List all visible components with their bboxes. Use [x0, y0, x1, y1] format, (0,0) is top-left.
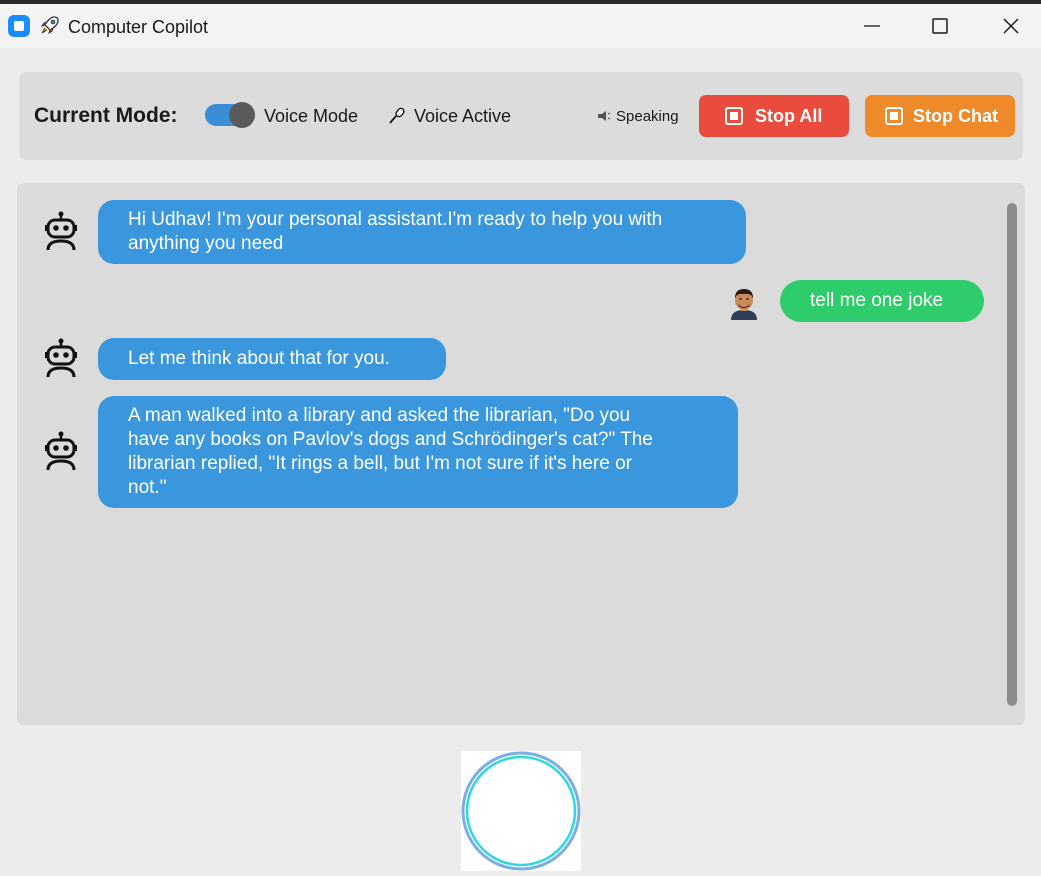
- voice-mode-toggle-knob[interactable]: [229, 102, 255, 128]
- chat-scrollbar[interactable]: [1007, 203, 1017, 706]
- stop-all-label: Stop All: [755, 106, 823, 126]
- stop-chat-button[interactable]: Stop Chat: [865, 95, 1015, 137]
- voice-active-status: Voice Active: [414, 106, 512, 126]
- bot-message-bubble: A man walked into a library and asked th…: [98, 396, 738, 508]
- message-line: have any books on Pavlov's dogs and Schr…: [128, 429, 653, 450]
- minimize-icon[interactable]: [860, 14, 884, 38]
- message-line: tell me one joke: [810, 290, 944, 311]
- robot-icon: [45, 431, 77, 471]
- voice-mode-label: Voice Mode: [264, 106, 359, 126]
- mode-panel: Current Mode: Voice Mode Voice Active Sp…: [19, 72, 1023, 160]
- stop-icon: [725, 107, 743, 125]
- window-title: Computer Copilot: [68, 17, 209, 37]
- robot-icon: [45, 338, 77, 378]
- message-line: not.": [128, 477, 167, 498]
- microphone-icon: [389, 107, 405, 124]
- current-mode-label: Current Mode:: [34, 104, 178, 127]
- speaker-icon: [598, 111, 611, 121]
- message-line: Let me think about that for you.: [128, 348, 390, 369]
- user-avatar-icon: [731, 289, 757, 320]
- stop-icon: [885, 107, 903, 125]
- voice-orb: [461, 751, 581, 871]
- message-line: anything you need: [128, 233, 284, 254]
- voice-orb-rings: [461, 751, 581, 871]
- app-icon: [8, 15, 30, 37]
- bot-message-bubble: Let me think about that for you.: [98, 338, 446, 380]
- close-icon[interactable]: [999, 14, 1023, 38]
- user-message-bubble: tell me one joke: [780, 280, 984, 322]
- robot-icon: [45, 211, 77, 251]
- speaking-status: Speaking: [616, 108, 679, 125]
- rocket-icon: [40, 16, 59, 35]
- stop-all-button[interactable]: Stop All: [699, 95, 849, 137]
- stop-chat-label: Stop Chat: [913, 106, 998, 126]
- maximize-icon[interactable]: [928, 14, 952, 38]
- bot-message-bubble: Hi Udhav! I'm your personal assistant.I'…: [98, 200, 746, 264]
- message-line: Hi Udhav! I'm your personal assistant.I'…: [128, 209, 663, 230]
- chat-panel[interactable]: Hi Udhav! I'm your personal assistant.I'…: [17, 183, 1025, 725]
- message-line: A man walked into a library and asked th…: [128, 405, 631, 426]
- title-bar: Computer Copilot: [0, 4, 1041, 48]
- message-line: librarian replied, "It rings a bell, but…: [128, 453, 633, 474]
